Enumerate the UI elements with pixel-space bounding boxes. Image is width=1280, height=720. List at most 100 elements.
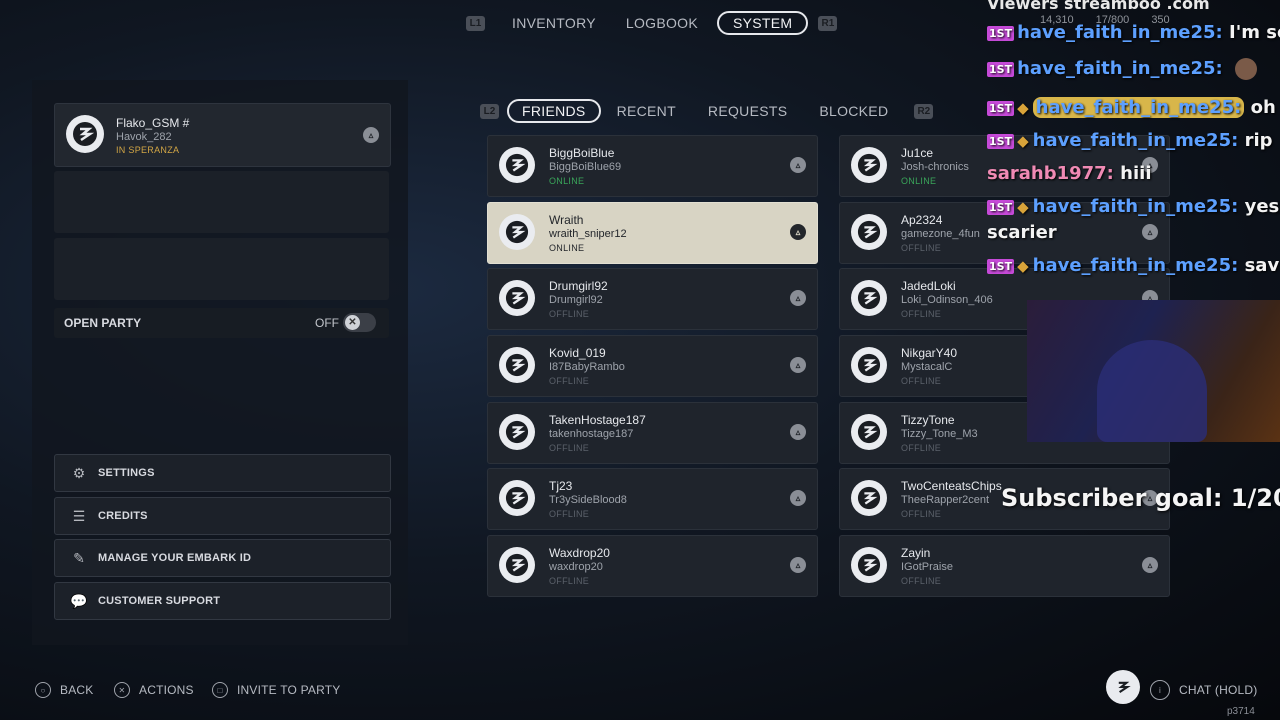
friend-name: TwoCenteatsChips <box>901 479 1002 493</box>
embark-avatar-icon <box>499 547 535 583</box>
sub-badge-icon: 1ST <box>987 61 1015 77</box>
gem-icon: ◆ <box>1017 132 1029 150</box>
friend-status: OFFLINE <box>549 443 590 453</box>
friend-name: Wraith <box>549 213 584 227</box>
player-platform-name: Havok_282 <box>116 131 172 143</box>
stream-header: Viewers streamboo .com <box>987 0 1210 13</box>
chat-message: sarahb1977: hiii <box>987 163 1152 184</box>
friend-platform-name: Loki_Odinson_406 <box>901 294 993 306</box>
square-button-icon: □ <box>212 682 228 698</box>
open-party-state: OFF <box>315 316 339 330</box>
friend-status: OFFLINE <box>901 576 942 586</box>
friend-card[interactable]: Tj23 Tr3ySideBlood8 OFFLINE ▵ <box>487 468 818 530</box>
friend-card[interactable]: Drumgirl92 Drumgirl92 OFFLINE ▵ <box>487 268 818 330</box>
webcam-feed <box>1027 300 1280 442</box>
chat-message: 1ST ◆ have_faith_in_me25: rip <box>987 130 1273 151</box>
friend-card[interactable]: Zayin IGotPraise OFFLINE ▵ <box>839 535 1170 597</box>
playstation-icon: ▵ <box>790 557 806 573</box>
friend-status: OFFLINE <box>901 376 942 386</box>
actions-hint[interactable]: ✕ ACTIONS <box>114 682 194 698</box>
friend-name: Zayin <box>901 546 931 560</box>
tab-recent[interactable]: RECENT <box>601 99 692 123</box>
top-nav: L1 INVENTORY LOGBOOK SYSTEM R1 <box>466 9 838 37</box>
friend-platform-name: wraith_sniper12 <box>549 228 627 240</box>
friend-platform-name: takenhostage187 <box>549 428 634 440</box>
friend-name: Kovid_019 <box>549 346 606 360</box>
actions-label: ACTIONS <box>139 683 194 697</box>
chat-label: CHAT (HOLD) <box>1179 683 1258 697</box>
friend-status: OFFLINE <box>901 509 942 519</box>
embark-avatar-icon <box>851 347 887 383</box>
friend-card[interactable]: BiggBoiBlue BiggBoiBlue69 ONLINE ▵ <box>487 135 818 197</box>
embark-avatar-icon <box>499 414 535 450</box>
back-hint[interactable]: ○ BACK <box>35 682 93 698</box>
playstation-icon: ▵ <box>790 290 806 306</box>
embark-logo-icon <box>1106 670 1140 704</box>
friend-name: NikgarY40 <box>901 346 958 360</box>
manage-embark-id-button[interactable]: ✎ MANAGE YOUR EMBARK ID <box>54 539 391 577</box>
pencil-icon: ✎ <box>73 549 85 566</box>
open-party-row[interactable]: OPEN PARTY OFF ✕ <box>54 308 389 338</box>
friend-status: OFFLINE <box>549 576 590 586</box>
friend-status: ONLINE <box>549 243 585 253</box>
gem-icon: ◆ <box>1017 257 1029 275</box>
embark-avatar-icon <box>499 280 535 316</box>
friend-name: JadedLoki <box>901 279 956 293</box>
tab-friends[interactable]: FRIENDS <box>507 99 601 123</box>
invite-hint[interactable]: □ INVITE TO PARTY <box>212 682 340 698</box>
chat-bubbles-icon: 💬 <box>70 592 88 609</box>
friend-card[interactable]: TakenHostage187 takenhostage187 OFFLINE ▵ <box>487 402 818 464</box>
sub-badge-icon: 1ST <box>987 199 1015 215</box>
credits-button[interactable]: ☰ CREDITS <box>54 497 391 535</box>
friend-platform-name: BiggBoiBlue69 <box>549 161 622 173</box>
player-profile-card[interactable]: Flako_GSM # Havok_282 IN SPERANZA ▵ <box>54 103 391 167</box>
friend-status: OFFLINE <box>549 509 590 519</box>
embark-avatar-icon <box>499 147 535 183</box>
playstation-icon: ▵ <box>1142 224 1158 240</box>
chat-message: 1ST have_faith_in_me25: <box>987 58 1258 80</box>
friend-card[interactable]: Wraith wraith_sniper12 ONLINE ▵ <box>487 202 818 264</box>
open-party-label: OPEN PARTY <box>64 316 142 330</box>
playstation-icon: ▵ <box>790 357 806 373</box>
tab-logbook[interactable]: LOGBOOK <box>611 11 713 35</box>
friend-name: Drumgirl92 <box>549 279 608 293</box>
friend-name: BiggBoiBlue <box>549 146 615 160</box>
list-icon: ☰ <box>72 507 86 524</box>
embark-avatar-icon <box>851 547 887 583</box>
sub-badge-icon: 1ST <box>987 100 1015 116</box>
friend-platform-name: Drumgirl92 <box>549 294 603 306</box>
gem-icon: ◆ <box>1017 99 1029 117</box>
friend-platform-name: Josh-chronics <box>901 161 969 173</box>
friend-status: OFFLINE <box>549 376 590 386</box>
player-display-name: Flako_GSM # <box>116 116 190 130</box>
open-party-toggle[interactable]: ✕ <box>343 313 376 332</box>
friend-status: OFFLINE <box>549 309 590 319</box>
tab-inventory[interactable]: INVENTORY <box>497 11 611 35</box>
empty-party-slot <box>54 238 389 300</box>
playstation-icon: ▵ <box>363 127 379 143</box>
tab-blocked[interactable]: BLOCKED <box>803 99 904 123</box>
friend-card[interactable]: Kovid_019 I87BabyRambo OFFLINE ▵ <box>487 335 818 397</box>
l2-badge: L2 <box>480 103 499 119</box>
player-status: IN SPERANZA <box>116 145 180 155</box>
customer-support-button[interactable]: 💬 CUSTOMER SUPPORT <box>54 582 391 620</box>
friend-card[interactable]: Waxdrop20 waxdrop20 OFFLINE ▵ <box>487 535 818 597</box>
friend-platform-name: Tizzy_Tone_M3 <box>901 428 978 440</box>
playstation-icon: ▵ <box>790 157 806 173</box>
embark-avatar-icon <box>499 347 535 383</box>
cross-button-icon: ✕ <box>114 682 130 698</box>
friend-platform-name: TheeRapper2cent <box>901 494 990 506</box>
embark-avatar-icon <box>499 214 535 250</box>
sub-badge-icon: 1ST <box>987 258 1015 274</box>
credits-label: CREDITS <box>98 510 148 522</box>
chat-hint[interactable]: i CHAT (HOLD) <box>1150 680 1257 700</box>
empty-party-slot <box>54 171 389 233</box>
info-icon: i <box>1150 680 1170 700</box>
tab-system[interactable]: SYSTEM <box>717 11 809 35</box>
friend-name: Waxdrop20 <box>549 546 610 560</box>
tab-requests[interactable]: REQUESTS <box>692 99 803 123</box>
circle-button-icon: ○ <box>35 682 51 698</box>
friend-platform-name: gamezone_4fun <box>901 228 980 240</box>
friend-name: Tj23 <box>549 479 573 493</box>
settings-button[interactable]: ⚙ SETTINGS <box>54 454 391 492</box>
